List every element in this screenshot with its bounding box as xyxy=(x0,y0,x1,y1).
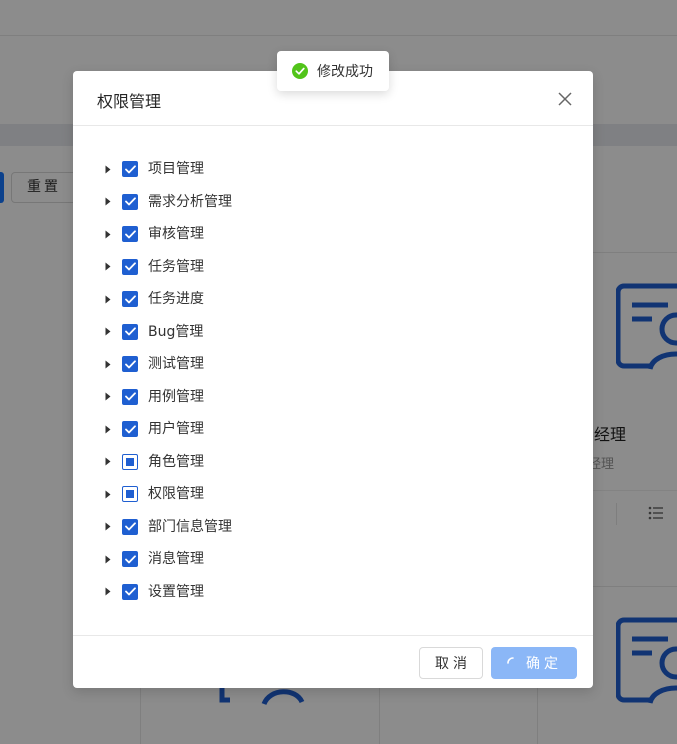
tree-node-label: Bug管理 xyxy=(148,323,204,340)
tree-node-label: 审核管理 xyxy=(148,226,204,243)
checkmark-icon xyxy=(124,327,136,336)
caret-right-icon[interactable] xyxy=(103,260,113,274)
caret-right-icon[interactable] xyxy=(103,585,113,599)
checkbox-checked[interactable] xyxy=(122,291,138,308)
checkbox-checked[interactable] xyxy=(122,193,138,210)
tree-node[interactable]: 权限管理 xyxy=(73,478,593,511)
tree-node-label: 任务管理 xyxy=(148,258,204,275)
checkbox-checked[interactable] xyxy=(122,226,138,243)
tree-node[interactable]: 部门信息管理 xyxy=(73,511,593,544)
modal-title: 权限管理 xyxy=(97,92,162,111)
tree-node[interactable]: 需求分析管理 xyxy=(73,186,593,219)
tree-node-label: 消息管理 xyxy=(148,551,204,568)
tree-node[interactable]: 项目管理 xyxy=(73,153,593,186)
tree-node[interactable]: 消息管理 xyxy=(73,543,593,576)
tree-list: 项目管理需求分析管理 审核管理任务管理任务进度 Bug管理测试管理用例管理用户管理角… xyxy=(73,153,593,608)
permission-tree: 项目管理需求分析管理 审核管理任务管理任务进度 Bug管理测试管理用例管理用户管理角… xyxy=(73,127,593,635)
ok-button[interactable]: 确定 xyxy=(491,647,577,679)
checkmark-icon xyxy=(124,555,136,564)
checkmark-icon xyxy=(124,522,136,531)
tree-node-label: 需求分析管理 xyxy=(148,193,232,210)
caret-right-icon[interactable] xyxy=(103,325,113,339)
checkbox-checked[interactable] xyxy=(122,388,138,405)
close-button[interactable] xyxy=(553,87,577,111)
checkbox-checked[interactable] xyxy=(122,161,138,178)
checkbox-indeterminate[interactable] xyxy=(122,453,138,470)
tree-node[interactable]: 测试管理 xyxy=(73,348,593,381)
checkmark-icon xyxy=(124,392,136,401)
ok-button-label: 确定 xyxy=(526,656,562,672)
checkmark-icon xyxy=(124,230,136,239)
tree-node[interactable]: 设置管理 xyxy=(73,576,593,609)
modal-footer: 取消 确定 xyxy=(73,635,593,688)
checkmark-icon xyxy=(124,165,136,174)
permission-modal: 权限管理 项目管理需求分析管理 审核管理任务管理任务进度 Bug管理测试管理用例管理… xyxy=(73,71,593,688)
tree-node-label: 任务进度 xyxy=(148,291,204,308)
checkmark-icon xyxy=(124,295,136,304)
tree-node[interactable]: 任务管理 xyxy=(73,251,593,284)
checkmark-icon xyxy=(124,197,136,206)
caret-right-icon[interactable] xyxy=(103,520,113,534)
caret-right-icon[interactable] xyxy=(103,195,113,209)
checkbox-checked[interactable] xyxy=(122,583,138,600)
checkmark-icon xyxy=(124,262,136,271)
check-circle-icon xyxy=(292,63,308,79)
caret-right-icon[interactable] xyxy=(103,422,113,436)
caret-right-icon[interactable] xyxy=(103,227,113,241)
tree-node[interactable]: 用例管理 xyxy=(73,381,593,414)
tree-node[interactable]: 用户管理 xyxy=(73,413,593,446)
tree-node[interactable]: 角色管理 xyxy=(73,446,593,479)
tree-node[interactable]: 审核管理 xyxy=(73,218,593,251)
toast-message: 修改成功 xyxy=(317,64,373,80)
indeterminate-mark xyxy=(126,457,134,466)
tree-node-label: 权限管理 xyxy=(148,486,204,503)
checkbox-checked[interactable] xyxy=(122,551,138,568)
checkbox-checked[interactable] xyxy=(122,323,138,340)
caret-right-icon[interactable] xyxy=(103,292,113,306)
checkbox-checked[interactable] xyxy=(122,421,138,438)
checkmark-icon xyxy=(124,425,136,434)
checkmark-icon xyxy=(124,587,136,596)
page: 重置 经理 经理 权限管理 项目管理 需求分析管理 审核管理 任务管理 任务进度… xyxy=(0,0,677,744)
caret-right-icon[interactable] xyxy=(103,390,113,404)
caret-right-icon[interactable] xyxy=(103,552,113,566)
success-toast: 修改成功 xyxy=(277,51,389,91)
tree-node[interactable]: 任务进度 xyxy=(73,283,593,316)
tree-node-label: 角色管理 xyxy=(148,453,204,470)
tree-node-label: 用户管理 xyxy=(148,421,204,438)
tree-node-label: 用例管理 xyxy=(148,388,204,405)
loading-icon xyxy=(507,657,514,664)
checkbox-indeterminate[interactable] xyxy=(122,486,138,503)
caret-right-icon[interactable] xyxy=(103,357,113,371)
checkbox-checked[interactable] xyxy=(122,518,138,535)
checkbox-checked[interactable] xyxy=(122,356,138,373)
tree-node-label: 设置管理 xyxy=(148,583,204,600)
caret-right-icon[interactable] xyxy=(103,455,113,469)
caret-right-icon[interactable] xyxy=(103,487,113,501)
caret-right-icon[interactable] xyxy=(103,162,113,176)
tree-node-label: 测试管理 xyxy=(148,356,204,373)
checkbox-checked[interactable] xyxy=(122,258,138,275)
tree-node-label: 部门信息管理 xyxy=(148,518,232,535)
tree-node-label: 项目管理 xyxy=(148,161,204,178)
tree-node[interactable]: Bug管理 xyxy=(73,316,593,349)
cancel-button[interactable]: 取消 xyxy=(419,647,483,679)
checkmark-icon xyxy=(124,360,136,369)
indeterminate-mark xyxy=(126,490,134,499)
close-icon xyxy=(558,92,572,106)
